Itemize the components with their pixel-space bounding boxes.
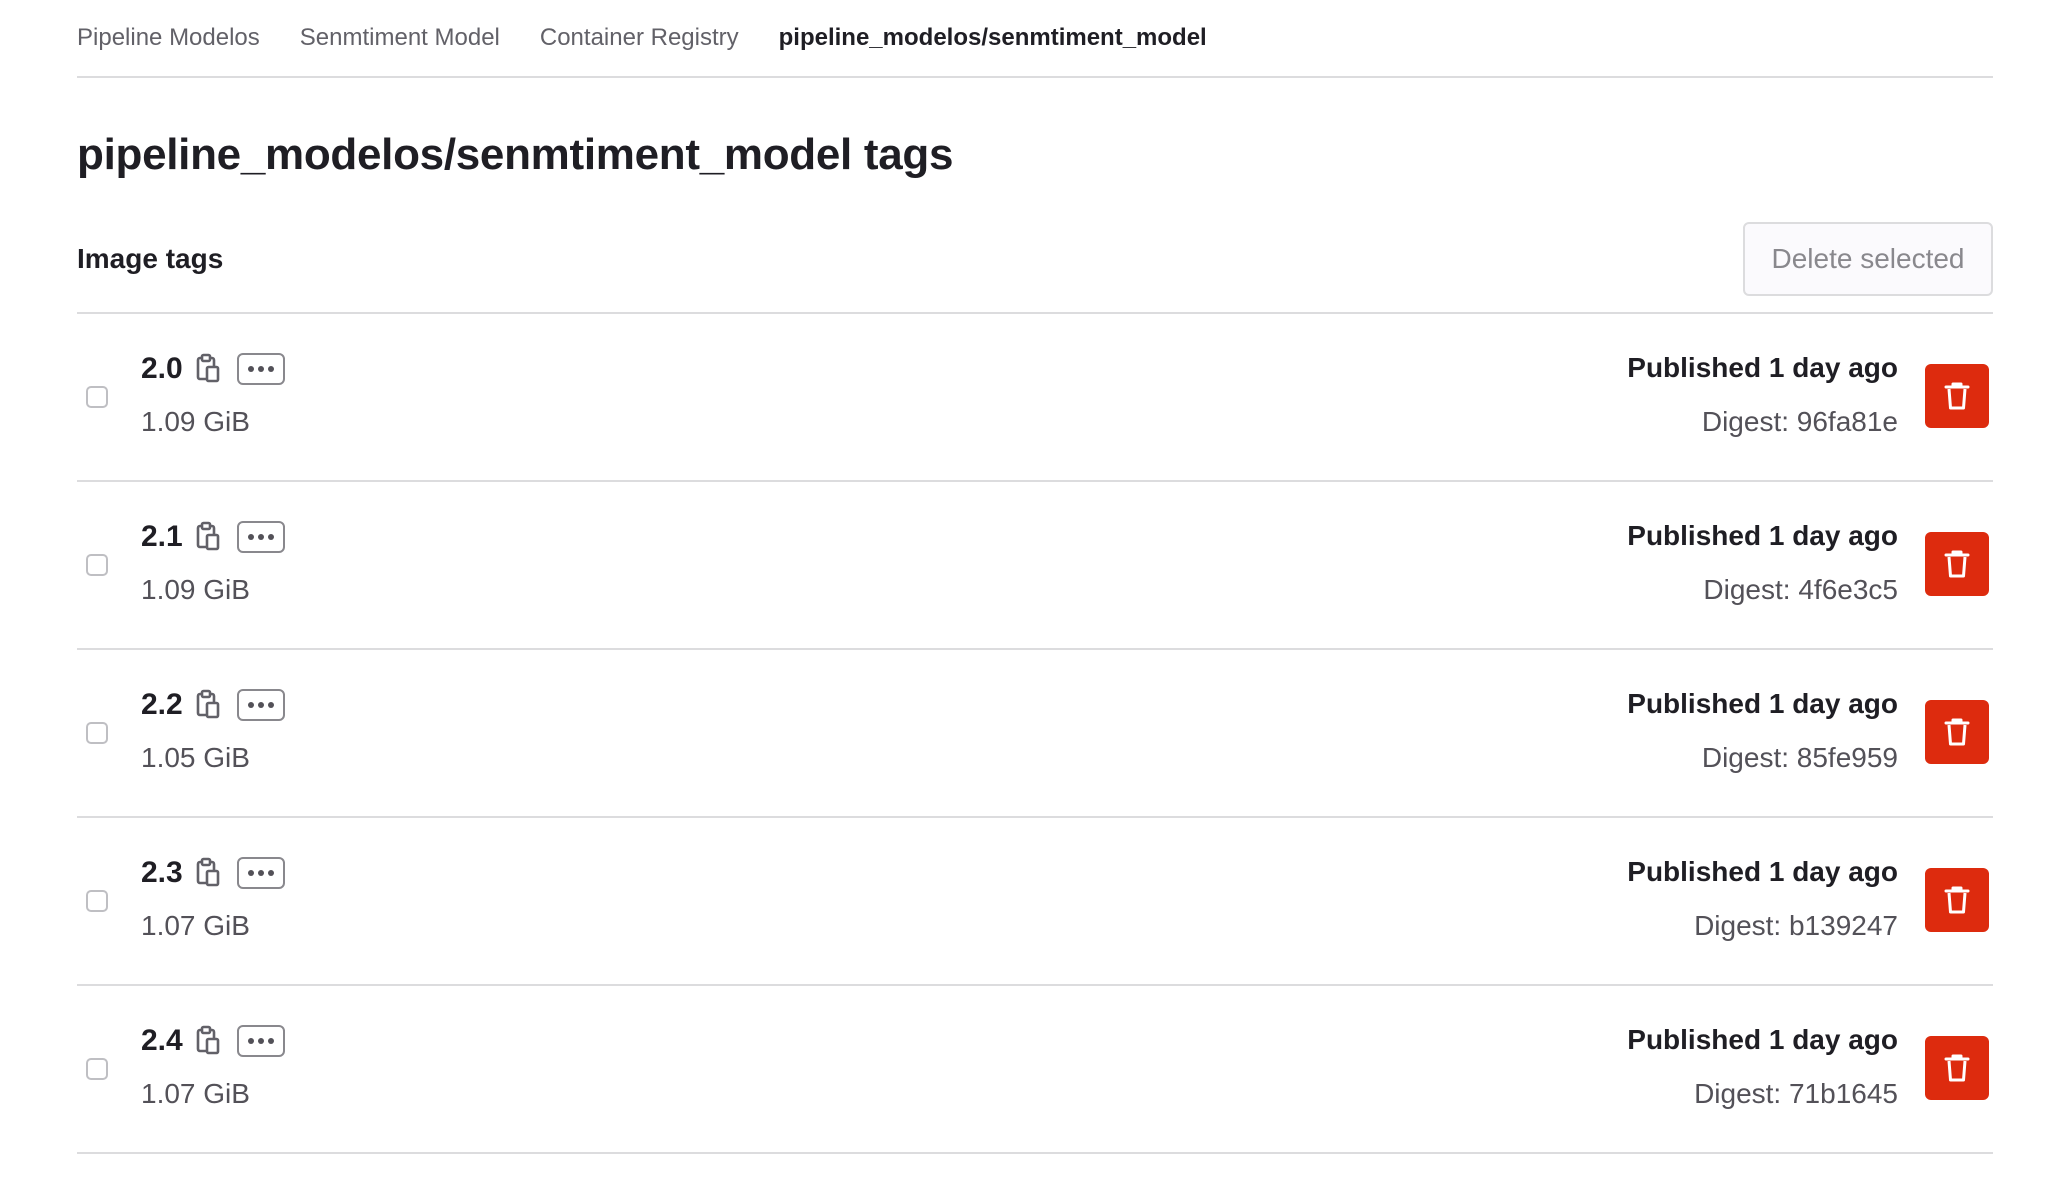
tag-digest: Digest: 85fe959 — [1701, 742, 1898, 773]
trash-icon — [1944, 886, 1970, 914]
tag-row: 2.1 1.09 GiB Published 1 day ago Digest:… — [77, 482, 1993, 650]
tag-name: 2.3 — [141, 856, 183, 889]
tag-select-checkbox[interactable] — [86, 386, 108, 408]
tag-digest: Digest: b139247 — [1694, 910, 1898, 941]
published-time: Published 1 day ago — [1627, 352, 1898, 383]
delete-selected-button[interactable]: Delete selected — [1743, 222, 1993, 296]
tag-digest: Digest: 96fa81e — [1701, 406, 1898, 437]
tag-row: 2.3 1.07 GiB Published 1 day ago Digest:… — [77, 818, 1993, 986]
ellipsis-icon — [247, 366, 254, 372]
tag-size: 1.09 GiB — [141, 574, 250, 605]
tag-row: 2.2 1.05 GiB Published 1 day ago Digest:… — [77, 650, 1993, 818]
tag-name: 2.2 — [141, 688, 183, 721]
tag-header: 2.1 — [141, 520, 285, 554]
tag-size: 1.07 GiB — [141, 910, 250, 941]
tag-header: 2.4 — [141, 1024, 285, 1058]
tags-list: 2.0 1.09 GiB Published 1 day ago Digest:… — [77, 314, 1993, 1154]
tag-header: 2.0 — [141, 352, 285, 386]
copy-to-clipboard-icon[interactable] — [193, 1025, 223, 1057]
copy-to-clipboard-icon[interactable] — [193, 521, 223, 553]
breadcrumb: Pipeline Modelos Senmtiment Model Contai… — [77, 0, 1993, 78]
tag-name: 2.1 — [141, 520, 183, 553]
published-time: Published 1 day ago — [1627, 688, 1898, 719]
tag-select-checkbox[interactable] — [86, 1058, 108, 1080]
section-title: Image tags — [77, 243, 224, 274]
breadcrumb-item-container-registry[interactable]: Container Registry — [540, 24, 739, 52]
tag-row: 2.4 1.07 GiB Published 1 day ago Digest:… — [77, 986, 1993, 1154]
tag-select-checkbox[interactable] — [86, 722, 108, 744]
delete-tag-button[interactable] — [1925, 364, 1989, 428]
tag-size: 1.07 GiB — [141, 1078, 250, 1109]
ellipsis-icon — [247, 702, 254, 708]
delete-tag-button[interactable] — [1925, 1036, 1989, 1100]
delete-tag-button[interactable] — [1925, 868, 1989, 932]
trash-icon — [1944, 550, 1970, 578]
tag-size: 1.05 GiB — [141, 742, 250, 773]
copy-to-clipboard-icon[interactable] — [193, 353, 223, 385]
tag-select-checkbox[interactable] — [86, 890, 108, 912]
tag-row: 2.0 1.09 GiB Published 1 day ago Digest:… — [77, 314, 1993, 482]
more-actions-button[interactable] — [236, 857, 285, 889]
copy-to-clipboard-icon[interactable] — [193, 689, 223, 721]
more-actions-button[interactable] — [236, 353, 285, 385]
tag-header: 2.2 — [141, 688, 285, 722]
tag-header: 2.3 — [141, 856, 285, 890]
ellipsis-icon — [247, 1038, 254, 1044]
breadcrumb-item-pipeline-modelos[interactable]: Pipeline Modelos — [77, 24, 260, 52]
tag-name: 2.4 — [141, 1024, 183, 1057]
tag-select-checkbox[interactable] — [86, 554, 108, 576]
trash-icon — [1944, 1054, 1970, 1082]
trash-icon — [1944, 718, 1970, 746]
breadcrumb-item-current[interactable]: pipeline_modelos/senmtiment_model — [779, 24, 1207, 52]
delete-tag-button[interactable] — [1925, 532, 1989, 596]
more-actions-button[interactable] — [236, 521, 285, 553]
ellipsis-icon — [247, 870, 254, 876]
tag-digest: Digest: 71b1645 — [1694, 1078, 1898, 1109]
more-actions-button[interactable] — [236, 689, 285, 721]
image-tags-header: Image tags Delete selected — [77, 222, 1993, 314]
registry-page: Pipeline Modelos Senmtiment Model Contai… — [77, 0, 1993, 1154]
breadcrumb-item-senmtiment-model[interactable]: Senmtiment Model — [300, 24, 500, 52]
delete-tag-button[interactable] — [1925, 700, 1989, 764]
copy-to-clipboard-icon[interactable] — [193, 857, 223, 889]
ellipsis-icon — [247, 534, 254, 540]
published-time: Published 1 day ago — [1627, 1024, 1898, 1055]
tag-digest: Digest: 4f6e3c5 — [1703, 574, 1898, 605]
published-time: Published 1 day ago — [1627, 520, 1898, 551]
tag-name: 2.0 — [141, 352, 183, 385]
published-time: Published 1 day ago — [1627, 856, 1898, 887]
tag-size: 1.09 GiB — [141, 406, 250, 437]
page-title: pipeline_modelos/senmtiment_model tags — [77, 130, 954, 179]
trash-icon — [1944, 382, 1970, 410]
more-actions-button[interactable] — [236, 1025, 285, 1057]
